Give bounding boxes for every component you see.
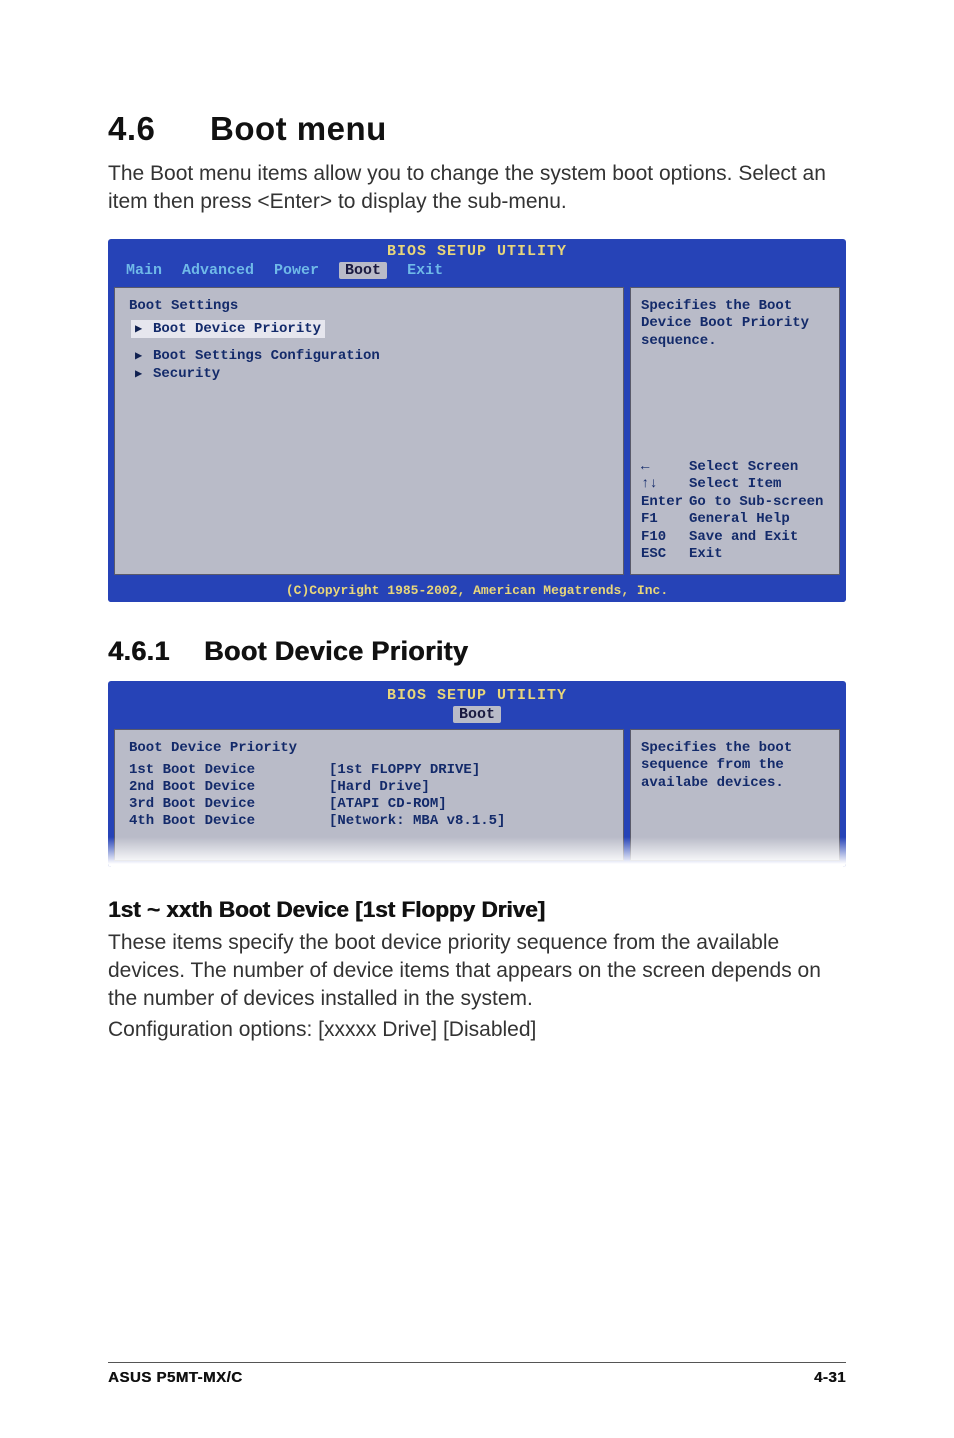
bios-utility-title: BIOS SETUP UTILITY bbox=[108, 239, 846, 260]
section-title: Boot Device Priority bbox=[129, 740, 609, 756]
intro-paragraph: The Boot menu items allow you to change … bbox=[108, 160, 846, 217]
help-description: Specifies the boot sequence from the ava… bbox=[641, 740, 829, 793]
bios-screenshot-boot-device-priority: BIOS SETUP UTILITY Boot Boot Device Prio… bbox=[108, 681, 846, 867]
tab-boot[interactable]: Boot bbox=[453, 706, 501, 723]
menu-label: Security bbox=[153, 366, 220, 382]
tab-main[interactable]: Main bbox=[126, 262, 162, 279]
key-desc: Exit bbox=[689, 546, 723, 562]
bios-left-pane: Boot Settings ▶ Boot Device Priority ▶ B… bbox=[114, 287, 624, 575]
bios-screenshot-boot-settings: BIOS SETUP UTILITY Main Advanced Power B… bbox=[108, 239, 846, 602]
menu-security[interactable]: ▶ Security bbox=[135, 366, 609, 382]
tab-advanced[interactable]: Advanced bbox=[182, 262, 254, 279]
help-key-list: Select Screen Select Item EnterGo to Sub… bbox=[641, 459, 829, 564]
row-1-label[interactable]: 1st Boot Device bbox=[129, 762, 329, 778]
footer-right: 4-31 bbox=[814, 1369, 846, 1386]
row-2-label[interactable]: 2nd Boot Device bbox=[129, 779, 329, 795]
menu-label: Boot Settings Configuration bbox=[153, 348, 380, 364]
footer-left: ASUS P5MT-MX/C bbox=[108, 1369, 243, 1386]
row-4-value[interactable]: [Network: MBA v8.1.5] bbox=[329, 813, 609, 829]
key-esc: ESC bbox=[641, 546, 689, 564]
key-desc: Select Item bbox=[689, 476, 781, 492]
arrow-up-down-icon bbox=[641, 476, 689, 494]
heading-number: 4.6 bbox=[108, 110, 210, 148]
bios-tab-bar: Main Advanced Power Boot Exit bbox=[108, 260, 846, 287]
bios-help-pane: Specifies the Boot Device Boot Priority … bbox=[630, 287, 840, 575]
key-f10: F10 bbox=[641, 529, 689, 547]
page-footer: ASUS P5MT-MX/C 4-31 bbox=[108, 1362, 846, 1386]
key-enter: Enter bbox=[641, 494, 689, 512]
tab-power[interactable]: Power bbox=[274, 262, 319, 279]
key-desc: General Help bbox=[689, 511, 790, 527]
subheading-4-6-1: 4.6.1Boot Device Priority bbox=[108, 636, 846, 667]
bios-utility-title: BIOS SETUP UTILITY bbox=[108, 681, 846, 704]
key-desc: Select Screen bbox=[689, 459, 798, 475]
bios-copyright: (C)Copyright 1985-2002, American Megatre… bbox=[108, 581, 846, 602]
config-options: Configuration options: [xxxxx Drive] [Di… bbox=[108, 1016, 846, 1044]
key-f1: F1 bbox=[641, 511, 689, 529]
triangle-icon: ▶ bbox=[135, 348, 145, 363]
row-4-label[interactable]: 4th Boot Device bbox=[129, 813, 329, 829]
row-1-value[interactable]: [1st FLOPPY DRIVE] bbox=[329, 762, 609, 778]
menu-label: Boot Device Priority bbox=[153, 321, 321, 337]
bios-help-pane: Specifies the boot sequence from the ava… bbox=[630, 729, 840, 861]
subheading-boot-device-config: 1st ~ xxth Boot Device [1st Floppy Drive… bbox=[108, 897, 846, 923]
subheading-number: 4.6.1 bbox=[108, 636, 204, 667]
row-3-value[interactable]: [ATAPI CD-ROM] bbox=[329, 796, 609, 812]
config-paragraph: These items specify the boot device prio… bbox=[108, 929, 846, 1014]
menu-boot-settings-config[interactable]: ▶ Boot Settings Configuration bbox=[135, 348, 609, 364]
heading-boot-menu: 4.6Boot menu bbox=[108, 110, 846, 148]
row-2-value[interactable]: [Hard Drive] bbox=[329, 779, 609, 795]
arrow-left-right-icon bbox=[641, 459, 689, 477]
tab-exit[interactable]: Exit bbox=[407, 262, 443, 279]
help-description: Specifies the Boot Device Boot Priority … bbox=[641, 298, 829, 351]
key-desc: Go to Sub-screen bbox=[689, 494, 823, 510]
tab-boot[interactable]: Boot bbox=[339, 262, 387, 279]
boot-settings-title: Boot Settings bbox=[129, 298, 609, 314]
bios-left-pane: Boot Device Priority 1st Boot Device[1st… bbox=[114, 729, 624, 861]
row-3-label[interactable]: 3rd Boot Device bbox=[129, 796, 329, 812]
menu-boot-device-priority[interactable]: ▶ Boot Device Priority bbox=[131, 320, 325, 338]
triangle-icon: ▶ bbox=[135, 321, 145, 336]
heading-title: Boot menu bbox=[210, 110, 387, 147]
bios-tab-bar: Boot bbox=[108, 704, 846, 729]
key-desc: Save and Exit bbox=[689, 529, 798, 545]
triangle-icon: ▶ bbox=[135, 366, 145, 381]
subheading-title: Boot Device Priority bbox=[204, 636, 468, 666]
